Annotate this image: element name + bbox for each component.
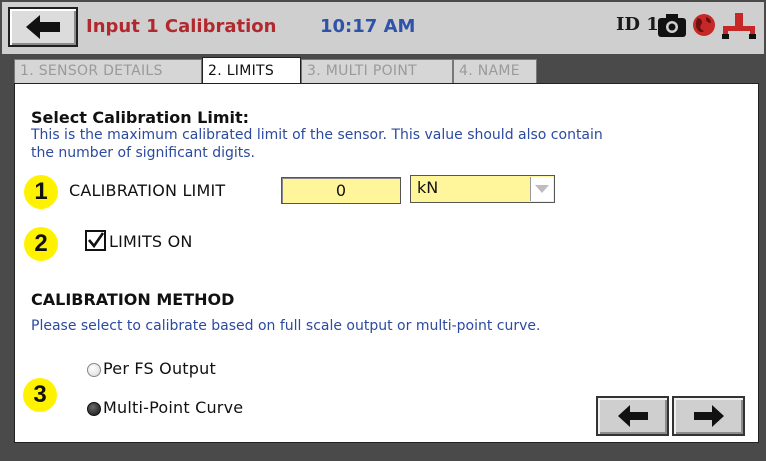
next-button[interactable] [672, 396, 745, 436]
previous-button[interactable] [596, 396, 669, 436]
radio-selected[interactable] [87, 402, 101, 416]
screen-title: Input 1 Calibration [86, 16, 277, 37]
header-back-button[interactable] [8, 7, 78, 47]
back-arrow-icon [26, 15, 60, 39]
checkmark-icon [88, 232, 104, 249]
limits-on-checkbox[interactable] [85, 230, 106, 251]
calibration-limit-description-line2: the number of significant digits. [31, 145, 255, 161]
unit-select[interactable]: kN [410, 175, 555, 203]
device-id: ID 1 [616, 14, 659, 35]
multi-point-curve-label: Multi-Point Curve [103, 398, 244, 417]
forward-arrow-icon [693, 405, 724, 427]
radio-option-multi-point-curve[interactable]: Multi-Point Curve [87, 398, 277, 420]
camera-icon[interactable] [658, 13, 686, 37]
limits-on-label: LIMITS ON [109, 232, 193, 251]
calibration-limit-label: CALIBRATION LIMIT [69, 181, 226, 200]
calibration-limit-input[interactable]: 0 [281, 177, 401, 204]
clock-time: 10:17 AM [320, 16, 416, 37]
globe-icon[interactable] [692, 13, 716, 37]
limits-panel: Select Calibration Limit: This is the ma… [14, 83, 759, 443]
tab-name[interactable]: 4. NAME [453, 59, 537, 83]
back-arrow-icon [617, 405, 648, 427]
tab-multi-point[interactable]: 3. MULTI POINT [301, 59, 453, 83]
calibration-limit-description-line1: This is the maximum calibrated limit of … [31, 127, 603, 143]
calibration-method-heading: CALIBRATION METHOD [31, 290, 235, 309]
radio-option-per-fs-output[interactable]: Per FS Output [87, 359, 247, 381]
step-1-badge: 1 [24, 175, 58, 209]
top-bar: Input 1 Calibration 10:17 AM ID 1 [2, 2, 764, 54]
network-icon[interactable] [722, 13, 756, 39]
tab-limits[interactable]: 2. LIMITS [202, 57, 301, 84]
tab-sensor-details[interactable]: 1. SENSOR DETAILS [14, 59, 202, 83]
calibration-method-description: Please select to calibrate based on full… [31, 318, 541, 334]
step-3-badge: 3 [23, 378, 57, 412]
per-fs-output-label: Per FS Output [103, 359, 216, 378]
dropdown-arrow[interactable] [530, 177, 553, 201]
step-2-badge: 2 [24, 227, 58, 261]
radio-unselected[interactable] [87, 363, 101, 377]
calibration-limit-heading: Select Calibration Limit: [31, 108, 250, 127]
chevron-down-icon [535, 185, 549, 193]
calibration-screen: Input 1 Calibration 10:17 AM ID 1 1. SEN… [0, 0, 766, 461]
unit-select-value: kN [417, 178, 439, 197]
